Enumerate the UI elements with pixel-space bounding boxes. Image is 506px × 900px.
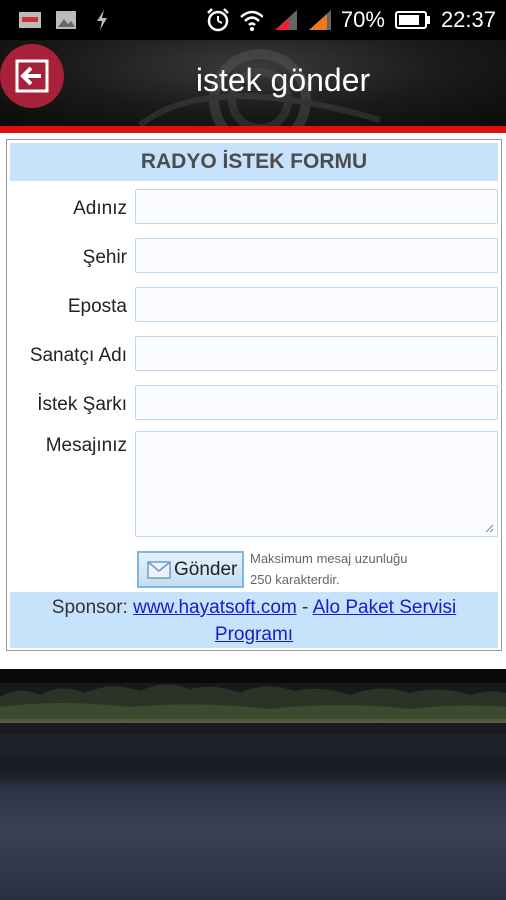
length-note: Maksimum mesaj uzunluğu 250 karakterdir.	[250, 548, 490, 590]
sponsor-label: Sponsor:	[51, 597, 128, 618]
wifi-icon	[239, 8, 263, 32]
request-form: RADYO İSTEK FORMU Adınız Şehir Eposta Sa…	[6, 139, 502, 651]
sponsor-bar: Sponsor: www.hayatsoft.com - Alo Paket S…	[10, 592, 498, 648]
form-panel: RADYO İSTEK FORMU Adınız Şehir Eposta Sa…	[0, 133, 506, 669]
signal-icon	[307, 8, 331, 32]
message-field[interactable]	[135, 431, 498, 537]
battery-percent: 70%	[340, 7, 385, 32]
app-header: istek gönder	[0, 40, 506, 126]
sponsor-link-alo-paket-cont[interactable]: Programı	[215, 624, 293, 645]
message-label: Mesajınız	[45, 435, 127, 456]
form-title: RADYO İSTEK FORMU	[10, 143, 498, 181]
signal-icon	[273, 8, 297, 32]
email-field[interactable]	[135, 287, 498, 322]
background-lake-image	[0, 669, 506, 900]
name-label: Adınız	[73, 198, 127, 219]
name-field[interactable]	[135, 189, 498, 224]
alarm-icon	[205, 8, 229, 32]
email-label: Eposta	[67, 296, 127, 317]
envelope-icon	[147, 560, 171, 579]
send-button-label: Gönder	[174, 558, 238, 580]
tree-line	[0, 684, 506, 719]
city-label: Şehir	[82, 247, 127, 268]
song-label: İstek Şarkı	[37, 394, 127, 415]
artist-label: Sanatçı Adı	[29, 345, 127, 366]
image-icon	[54, 8, 78, 32]
song-field[interactable]	[135, 385, 498, 420]
page-title: istek gönder	[195, 62, 371, 98]
battery-icon	[394, 8, 431, 32]
send-button[interactable]: Gönder	[137, 551, 244, 588]
sponsor-link-alo-paket[interactable]: Alo Paket Servisi	[313, 597, 457, 618]
header-divider	[0, 126, 506, 133]
status-bar: 70% 22:37	[0, 0, 506, 40]
app-notification-icon	[18, 8, 42, 32]
length-note-line1: Maksimum mesaj uzunluğu	[250, 551, 408, 566]
clock: 22:37	[440, 7, 496, 32]
artist-field[interactable]	[135, 336, 498, 371]
resize-handle-icon[interactable]	[484, 523, 494, 533]
city-field[interactable]	[135, 238, 498, 273]
sponsor-link-hayatsoft[interactable]: www.hayatsoft.com	[133, 597, 297, 618]
sponsor-separator: -	[302, 597, 309, 618]
flash-icon	[90, 8, 114, 32]
length-note-line2: 250 karakterdir.	[250, 572, 340, 587]
